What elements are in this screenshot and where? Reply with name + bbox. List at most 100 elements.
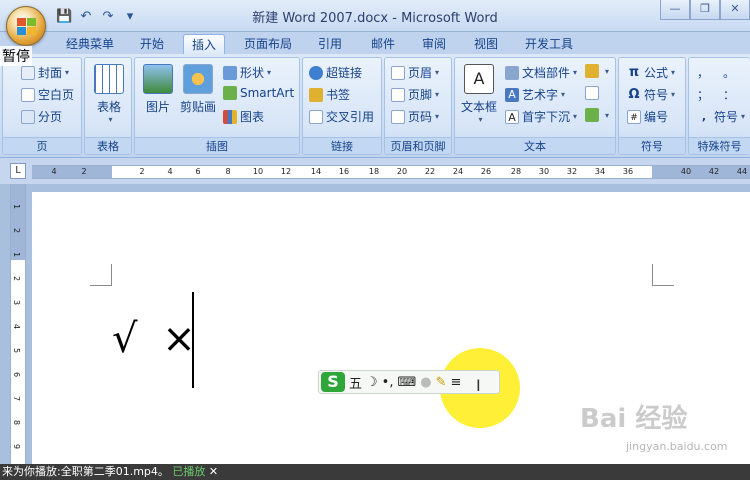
tab-page-layout[interactable]: 页面布局 <box>244 34 292 54</box>
date-time-button[interactable] <box>585 86 602 100</box>
page-break-button[interactable]: 分页 <box>21 108 62 125</box>
special-symbols-row-1: ， 。 <box>697 64 735 81</box>
close-button[interactable]: ✕ <box>720 0 750 20</box>
restore-button[interactable]: ❐ <box>690 0 720 20</box>
special-symbols-row-2: ； ： <box>697 86 735 103</box>
chart-icon <box>223 109 237 124</box>
smartart-icon <box>223 86 237 100</box>
ruler-tick-label: 2 <box>139 167 145 176</box>
sogou-logo-icon[interactable]: S <box>321 372 345 392</box>
paused-overlay-label: 暂停 <box>0 46 32 66</box>
vruler-tick-label: 7 <box>12 395 22 402</box>
smartart-button[interactable]: SmartArt <box>223 86 294 100</box>
ruler-left-margin <box>32 166 112 178</box>
tab-developer[interactable]: 开发工具 <box>525 34 573 54</box>
drop-cap-button[interactable]: A 首字下沉 ▾ <box>505 108 577 125</box>
chart-button[interactable]: 图表 <box>223 108 264 125</box>
minimize-button[interactable]: — <box>660 0 690 20</box>
tab-review[interactable]: 审阅 <box>422 34 446 54</box>
tab-view[interactable]: 视图 <box>474 34 498 54</box>
vruler-tick-label: 1 <box>12 251 22 258</box>
footer-button[interactable]: 页脚 ▾ <box>391 86 439 103</box>
close-status-icon[interactable]: ✕ <box>209 465 218 478</box>
clipart-button[interactable]: 剪贴画 <box>179 64 217 115</box>
hyperlink-button[interactable]: 超链接 <box>309 64 362 81</box>
vruler-tick-label: 1 <box>12 203 22 210</box>
vruler-tick-label: 6 <box>12 371 22 378</box>
equation-button[interactable]: π 公式 ▾ <box>627 64 675 81</box>
numbering-button[interactable]: # 编号 <box>627 108 668 125</box>
cover-page-button[interactable]: 封面 ▾ <box>21 64 69 81</box>
symbol-semicolon[interactable]: ； <box>697 86 709 103</box>
menu-icon[interactable]: ≡ <box>451 375 462 390</box>
bookmark-button[interactable]: 书签 <box>309 86 350 103</box>
group-header-footer: 页眉 ▾ 页脚 ▾ 页码 ▾ 页眉和页脚 <box>384 57 452 155</box>
ruler-tick-label: 16 <box>338 167 350 176</box>
vertical-ruler[interactable]: 1212345678910 <box>10 184 26 476</box>
ruler-tick-label: 40 <box>680 167 692 176</box>
wordart-icon: A <box>505 87 519 102</box>
table-button[interactable]: 表格 ▾ <box>91 64 127 124</box>
window-controls: — ❐ ✕ <box>660 0 750 20</box>
tab-mailings[interactable]: 邮件 <box>371 34 395 54</box>
ruler-tick-label: 4 <box>51 167 57 176</box>
header-button[interactable]: 页眉 ▾ <box>391 64 439 81</box>
page-break-icon <box>21 109 35 124</box>
header-icon <box>391 65 405 80</box>
ime-mode-button[interactable]: 五 <box>349 373 362 392</box>
ruler-tick-label: 8 <box>225 167 231 176</box>
symbol-period[interactable]: 。 <box>723 64 735 81</box>
ruler-tick-label: 18 <box>368 167 380 176</box>
symbol-colon[interactable]: ： <box>723 86 735 103</box>
wrench-icon[interactable]: ✎ <box>436 375 447 390</box>
object-button[interactable]: ▾ <box>585 108 609 122</box>
numbering-icon: # <box>627 109 641 124</box>
tab-selector-button[interactable]: L <box>10 163 26 179</box>
tab-references[interactable]: 引用 <box>318 34 342 54</box>
textbox-button[interactable]: A 文本框 ▾ <box>459 64 499 124</box>
shapes-button[interactable]: 形状 ▾ <box>223 64 271 81</box>
group-label-symbols: 符号 <box>619 137 685 154</box>
office-button[interactable] <box>6 6 46 46</box>
object-icon <box>585 108 599 122</box>
quick-parts-button[interactable]: 文档部件 ▾ <box>505 64 577 81</box>
text-caret <box>192 292 194 388</box>
document-text[interactable]: √ × <box>112 316 202 362</box>
tab-insert[interactable]: 插入 <box>183 34 226 54</box>
ruler-tick-label: 22 <box>424 167 436 176</box>
office-logo-icon <box>17 18 36 35</box>
half-width-moon-icon[interactable]: ☽ <box>366 375 378 390</box>
title-bar: 💾 ↶ ↷ ▾ 新建 Word 2007.docx - Microsoft Wo… <box>0 0 750 32</box>
horizontal-ruler[interactable]: 4 2 2 4 6 8 10 12 14 16 18 20 22 24 26 28 30 32 34 36 40 42 44 <box>32 165 750 179</box>
picture-button[interactable]: 图片 <box>141 64 175 115</box>
ruler-top-margin <box>11 184 25 260</box>
shapes-icon <box>223 65 237 80</box>
special-symbol-button[interactable]: , 符号 ▾ <box>697 108 745 125</box>
group-label-header-footer: 页眉和页脚 <box>385 137 451 154</box>
punctuation-icon[interactable]: •, <box>382 375 394 390</box>
group-label-illustrations: 插图 <box>135 137 299 154</box>
page-number-button[interactable]: 页码 ▾ <box>391 108 439 125</box>
symbol-comma[interactable]: ， <box>697 64 709 81</box>
blank-page-button[interactable]: 空白页 <box>21 86 74 103</box>
ibeam-cursor-icon: I <box>476 376 481 395</box>
ribbon: 封面 ▾ 空白页 分页 页 表格 ▾ 表格 图片 剪贴画 形状 ▾ SmartArt … <box>0 54 750 158</box>
tab-classic-menu[interactable]: 经典菜单 <box>66 34 114 54</box>
user-icon[interactable]: ● <box>420 375 431 390</box>
tab-home[interactable]: 开始 <box>140 34 164 54</box>
comma-icon: , <box>701 109 707 123</box>
cross-reference-button[interactable]: 交叉引用 <box>309 108 374 125</box>
group-label-tables: 表格 <box>85 137 131 154</box>
ruler-tick-label: 14 <box>310 167 322 176</box>
ruler-row: L 4 2 2 4 6 8 10 12 14 16 18 20 22 24 26 28 30 32 34 36 40 42… <box>0 158 750 184</box>
ime-toolbar: S 五 ☽ •, ⌨ ● ✎ ≡ <box>318 370 500 394</box>
vruler-tick-label: 9 <box>12 443 22 450</box>
footer-icon <box>391 87 405 102</box>
signature-line-button[interactable]: ▾ <box>585 64 609 78</box>
ribbon-tabs: 经典菜单 开始 插入 页面布局 引用 邮件 审阅 视图 开发工具 <box>0 32 750 54</box>
vruler-tick-label: 2 <box>12 275 22 282</box>
symbol-button[interactable]: Ω 符号 ▾ <box>627 86 675 103</box>
wordart-button[interactable]: A 艺术字 ▾ <box>505 86 565 103</box>
watermark-logo: Bai 经验 <box>580 404 688 434</box>
keyboard-icon[interactable]: ⌨ <box>397 375 416 390</box>
